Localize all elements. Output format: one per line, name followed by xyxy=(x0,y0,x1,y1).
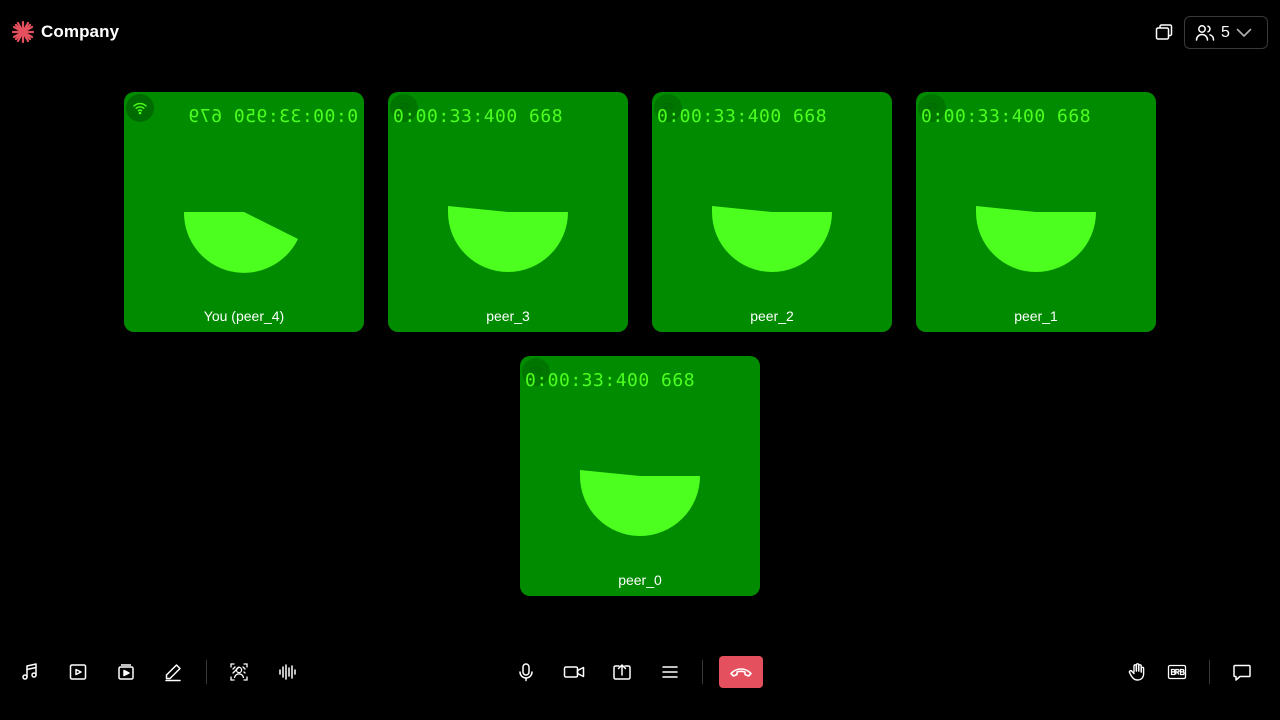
video-tile-peer-1[interactable]: 0:00:33:400 668 peer_1 xyxy=(916,92,1156,332)
video-play-icon xyxy=(69,664,87,680)
brb-button[interactable] xyxy=(1161,656,1193,688)
asterisk-burst-icon xyxy=(11,20,35,44)
menu-icon xyxy=(662,666,678,678)
virtual-background-icon xyxy=(230,663,248,681)
video-tile-peer-2[interactable]: 0:00:33:400 668 peer_2 xyxy=(652,92,892,332)
camera-icon xyxy=(563,666,585,678)
more-menu-button[interactable] xyxy=(654,656,686,688)
chat-icon xyxy=(1233,664,1251,681)
test-pattern-graphic xyxy=(976,206,1096,272)
participants-button[interactable]: 5 xyxy=(1184,16,1268,49)
brand-logo: Company xyxy=(11,20,119,44)
video-call-app: Company 5 0:00:33:950 679 You (peer_4) 0… xyxy=(0,0,1280,720)
test-pattern-graphic xyxy=(580,470,700,536)
whiteboard-button[interactable] xyxy=(157,656,189,688)
timecode-overlay: 0:00:33:400 668 xyxy=(921,106,1092,127)
peer-name-label: peer_2 xyxy=(750,308,794,324)
media-gallery-icon xyxy=(118,664,134,680)
brb-icon xyxy=(1167,664,1187,680)
microphone-button[interactable] xyxy=(510,656,542,688)
peer-name-label: You (peer_4) xyxy=(203,308,285,324)
test-pattern-graphic xyxy=(712,206,832,272)
video-tile-peer-3[interactable]: 0:00:33:400 668 peer_3 xyxy=(388,92,628,332)
toolbar-divider xyxy=(206,660,207,684)
video-tile-self[interactable]: 0:00:33:950 679 You (peer_4) xyxy=(124,92,364,332)
media-button[interactable] xyxy=(110,656,142,688)
screen-share-icon xyxy=(613,664,631,680)
camera-button[interactable] xyxy=(558,656,590,688)
pencil-icon xyxy=(165,664,181,682)
timecode-overlay: 0:00:33:400 668 xyxy=(525,370,696,391)
people-icon xyxy=(1195,24,1215,41)
test-pattern-graphic xyxy=(448,206,568,272)
peer-name-label: peer_1 xyxy=(1014,308,1058,324)
music-button[interactable] xyxy=(14,656,46,688)
virtual-background-button[interactable] xyxy=(223,656,255,688)
peer-name-label: peer_3 xyxy=(486,308,530,324)
video-playlist-button[interactable] xyxy=(62,656,94,688)
toolbar-divider xyxy=(702,660,703,684)
toolbar-divider xyxy=(1209,660,1210,684)
test-pattern-graphic xyxy=(183,212,298,273)
leave-call-icon xyxy=(730,668,752,677)
chevron-down-icon xyxy=(1236,28,1252,37)
wifi-icon xyxy=(133,102,147,115)
microphone-icon xyxy=(519,663,533,682)
network-status-badge xyxy=(126,94,154,122)
layout-stack-icon xyxy=(1155,24,1173,40)
brand-name: Company xyxy=(41,22,120,41)
video-tile-peer-0[interactable]: 0:00:33:400 668 peer_0 xyxy=(520,356,760,596)
music-note-icon xyxy=(22,663,37,680)
screen-share-button[interactable] xyxy=(606,656,638,688)
audio-waveform-icon xyxy=(279,664,296,680)
timecode-overlay: 0:00:33:400 668 xyxy=(657,106,828,127)
timecode-overlay: 0:00:33:950 679 xyxy=(187,106,358,127)
layout-toggle-button[interactable] xyxy=(1152,20,1176,44)
participants-count: 5 xyxy=(1221,23,1230,41)
raise-hand-icon xyxy=(1128,663,1145,681)
leave-call-button[interactable] xyxy=(719,656,763,688)
peer-name-label: peer_0 xyxy=(618,572,662,588)
noise-suppression-button[interactable] xyxy=(271,656,303,688)
timecode-overlay: 0:00:33:400 668 xyxy=(393,106,564,127)
chat-button[interactable] xyxy=(1226,656,1258,688)
raise-hand-button[interactable] xyxy=(1121,656,1153,688)
